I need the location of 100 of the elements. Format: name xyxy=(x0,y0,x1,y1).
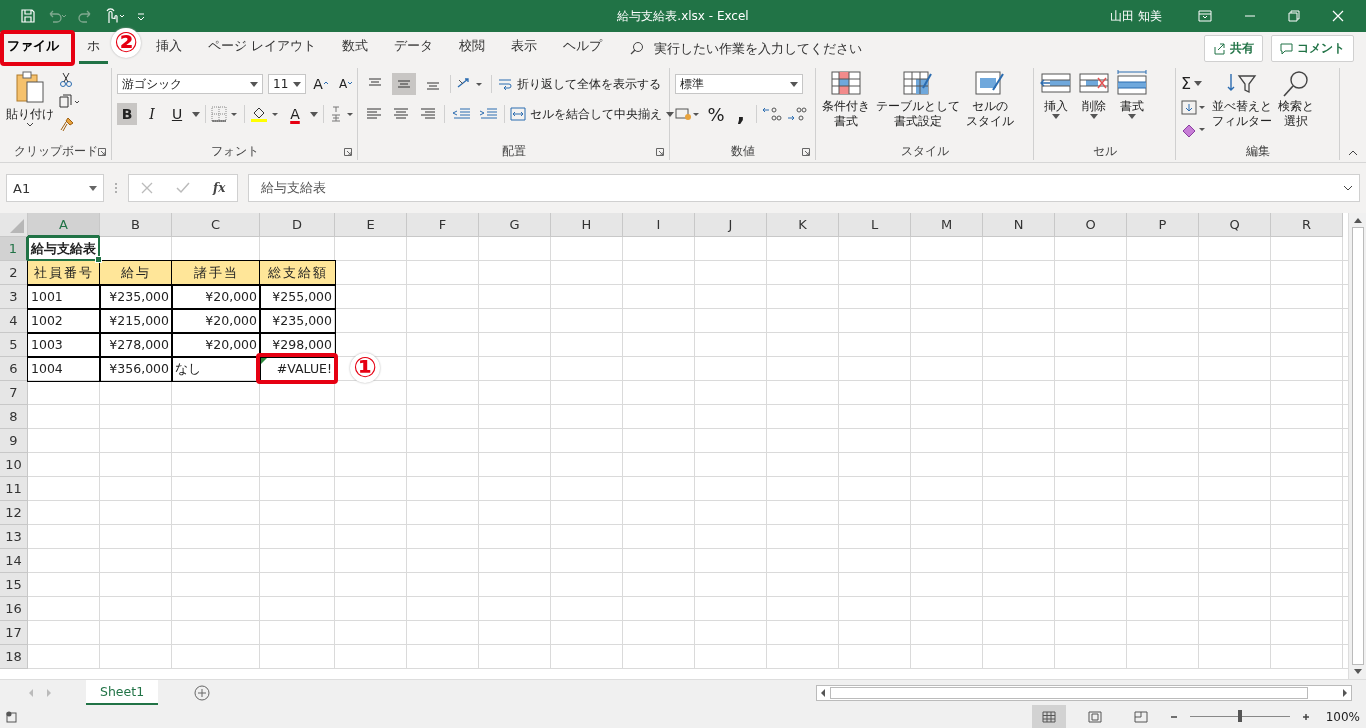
row-header[interactable]: 2 xyxy=(0,261,28,285)
scroll-left-icon[interactable] xyxy=(820,688,826,697)
grow-font-button[interactable]: A xyxy=(311,73,331,95)
styles-button[interactable]: セルの スタイル xyxy=(965,68,1015,130)
paste-button[interactable]: 貼り付け xyxy=(5,68,55,129)
zoom-level[interactable]: 100% xyxy=(1325,709,1360,724)
share-button[interactable]: 共有 xyxy=(1204,34,1263,62)
row-header[interactable]: 6 xyxy=(0,357,28,381)
row-header[interactable]: 7 xyxy=(0,381,28,405)
ribbon-tab[interactable]: 校閲 xyxy=(451,32,493,64)
dialog-launcher-icon[interactable] xyxy=(656,148,664,156)
row-header[interactable]: 13 xyxy=(0,525,28,549)
decrease-indent-icon[interactable] xyxy=(450,107,472,121)
insert-function-button[interactable]: fx xyxy=(213,181,226,195)
column-header[interactable]: J xyxy=(695,213,767,237)
cut-icon[interactable] xyxy=(59,72,73,88)
column-header[interactable]: G xyxy=(479,213,551,237)
scroll-down-icon[interactable] xyxy=(1353,669,1362,675)
row-header[interactable]: 18 xyxy=(0,645,28,669)
shrink-font-button[interactable]: A xyxy=(336,73,356,95)
column-header[interactable]: A xyxy=(28,213,100,237)
font-size-field[interactable]: 11 xyxy=(268,74,306,94)
column-header[interactable]: P xyxy=(1127,213,1199,237)
collapse-ribbon-icon[interactable] xyxy=(1348,150,1358,156)
ribbon-tab[interactable]: ヘルプ xyxy=(555,32,610,64)
borders-icon[interactable] xyxy=(211,106,239,122)
row-header[interactable]: 10 xyxy=(0,453,28,477)
ribbon-display-icon[interactable] xyxy=(1198,10,1212,22)
autosum-button[interactable]: Σ xyxy=(1181,72,1203,94)
formula-field[interactable]: 給与支給表 xyxy=(248,174,1360,202)
ribbon-tab[interactable]: ホ xyxy=(79,32,108,64)
column-header[interactable]: E xyxy=(335,213,407,237)
column-header[interactable]: H xyxy=(551,213,623,237)
percent-button[interactable]: % xyxy=(706,103,726,125)
column-header[interactable]: C xyxy=(172,213,260,237)
eraser-icon[interactable] xyxy=(1181,122,1207,138)
row-header[interactable]: 5 xyxy=(0,333,28,357)
ribbon-tab[interactable]: ファイル xyxy=(0,32,67,64)
fill-color-icon[interactable] xyxy=(250,105,280,123)
row-header[interactable]: 17 xyxy=(0,621,28,645)
tell-me-field[interactable]: 実行したい作業を入力してください xyxy=(652,39,916,57)
macro-record-icon[interactable] xyxy=(6,710,20,723)
touch-mode-icon[interactable] xyxy=(104,8,126,24)
copy-icon[interactable] xyxy=(59,94,81,110)
add-sheet-icon[interactable] xyxy=(194,684,211,701)
vertical-scrollbar[interactable] xyxy=(1348,213,1366,679)
error-indicator-icon[interactable] xyxy=(261,358,267,364)
zoom-slider[interactable] xyxy=(1237,710,1242,722)
caret-icon[interactable] xyxy=(310,111,318,117)
currency-icon[interactable] xyxy=(675,106,701,122)
column-header[interactable]: M xyxy=(911,213,983,237)
column-header[interactable]: D xyxy=(260,213,335,237)
format-painter-icon[interactable] xyxy=(59,116,75,132)
editing-button[interactable]: 並べ替えと フィルター xyxy=(1211,68,1273,130)
restore-icon[interactable] xyxy=(1288,10,1300,22)
cells-button[interactable]: 書式 xyxy=(1115,68,1149,121)
row-header[interactable]: 15 xyxy=(0,573,28,597)
styles-button[interactable]: テーブルとして 書式設定 xyxy=(875,68,961,130)
row-header[interactable]: 4 xyxy=(0,309,28,333)
ribbon-tab[interactable]: 数式 xyxy=(334,32,376,64)
font-color-button[interactable]: A xyxy=(285,103,305,125)
save-icon[interactable] xyxy=(20,8,36,24)
wrap-text-button[interactable]: 折り返して全体を表示する xyxy=(497,75,661,93)
dialog-launcher-icon[interactable] xyxy=(344,148,352,156)
align-button[interactable] xyxy=(392,73,416,95)
increase-indent-icon[interactable] xyxy=(477,107,499,121)
editing-button[interactable]: 検索と 選択 xyxy=(1277,68,1315,130)
dialog-launcher-icon[interactable] xyxy=(802,148,810,156)
bold-button[interactable]: B xyxy=(117,103,137,125)
scroll-right-icon[interactable] xyxy=(1342,688,1348,697)
column-header[interactable]: Q xyxy=(1199,213,1271,237)
column-header[interactable]: I xyxy=(623,213,695,237)
fill-icon[interactable] xyxy=(1181,100,1207,116)
horizontal-scrollbar[interactable] xyxy=(816,684,1352,701)
row-header[interactable]: 1 xyxy=(0,237,28,261)
user-name[interactable]: 山田 知美 xyxy=(1110,7,1162,25)
ribbon-tab[interactable]: 表示 xyxy=(503,32,545,64)
column-header[interactable]: F xyxy=(407,213,479,237)
cells-button[interactable]: 削除 xyxy=(1077,68,1111,121)
comma-style-button[interactable]: , xyxy=(731,103,751,125)
row-header[interactable]: 16 xyxy=(0,597,28,621)
merge-center-button[interactable]: セルを結合して中央揃え xyxy=(510,105,674,123)
cells-button[interactable]: 挿入 xyxy=(1039,68,1073,121)
column-header[interactable]: R xyxy=(1271,213,1343,237)
expand-icon[interactable] xyxy=(1343,185,1353,191)
number-format-field[interactable]: 標準 xyxy=(675,74,803,94)
ribbon-tab[interactable]: ページ レイアウト xyxy=(200,32,324,64)
zoom-in-icon[interactable] xyxy=(1301,712,1310,721)
ribbon-tab[interactable]: データ xyxy=(386,32,441,64)
caret-icon[interactable] xyxy=(192,111,200,117)
row-header[interactable]: 11 xyxy=(0,477,28,501)
column-header[interactable]: L xyxy=(839,213,911,237)
scroll-up-icon[interactable] xyxy=(1353,217,1362,223)
row-header[interactable]: 14 xyxy=(0,549,28,573)
underline-button[interactable]: U xyxy=(167,103,187,125)
decrease-decimal-icon[interactable] xyxy=(787,106,807,122)
sheet-tab[interactable]: Sheet1 xyxy=(86,680,159,705)
column-header[interactable]: B xyxy=(100,213,172,237)
column-header[interactable]: O xyxy=(1055,213,1127,237)
column-header[interactable]: N xyxy=(983,213,1055,237)
